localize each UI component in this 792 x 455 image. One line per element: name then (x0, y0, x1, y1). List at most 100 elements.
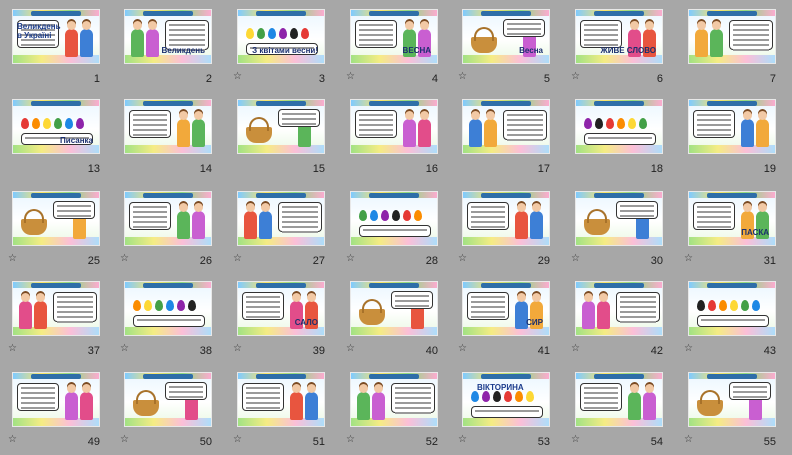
slide-grass-decoration (576, 237, 662, 245)
transition-star-icon[interactable]: ☆ (684, 434, 693, 445)
easter-egg (246, 28, 254, 39)
slide-thumbnail[interactable]: Великдень (124, 9, 212, 64)
slide-thumbnail[interactable]: Весна (462, 9, 550, 64)
slide-number: 30 (650, 255, 663, 267)
easter-egg (21, 118, 29, 129)
slide-thumbnail[interactable] (350, 191, 438, 246)
slide-thumbnail[interactable] (688, 9, 776, 64)
transition-star-icon[interactable]: ☆ (346, 434, 355, 445)
slide-title-bar (31, 283, 81, 288)
slide-number: 41 (537, 345, 550, 357)
easter-egg (606, 118, 614, 129)
text-bubble (584, 133, 656, 145)
text-bubble (697, 315, 769, 327)
transition-star-icon[interactable]: ☆ (684, 253, 693, 264)
transition-star-icon[interactable]: ☆ (571, 253, 580, 264)
text-bubble (503, 19, 545, 37)
slide-thumbnail[interactable] (124, 281, 212, 336)
transition-star-icon[interactable]: ☆ (684, 343, 693, 354)
transition-star-icon[interactable]: ☆ (8, 343, 17, 354)
slide-thumbnail[interactable] (237, 99, 325, 154)
slide-thumbnail[interactable] (350, 99, 438, 154)
transition-star-icon[interactable]: ☆ (458, 71, 467, 82)
slide-thumbnail[interactable]: Писанка (12, 99, 100, 154)
text-bubble (391, 291, 433, 309)
slide-thumbnail[interactable] (12, 191, 100, 246)
slide-title-bar (369, 101, 419, 106)
slide-thumbnail[interactable]: Великдень в Україні (12, 9, 100, 64)
slide-number: 13 (87, 163, 100, 175)
easter-egg (584, 118, 592, 129)
slide-thumbnail[interactable]: СИР (462, 281, 550, 336)
slide-thumbnail[interactable] (688, 99, 776, 154)
slide-title-bar (594, 193, 644, 198)
slide-thumbnail[interactable] (124, 191, 212, 246)
easter-egg (177, 300, 185, 311)
slide-label: З квітами весни! (252, 46, 318, 55)
slide-number: 38 (199, 345, 212, 357)
slide-thumbnail[interactable] (575, 281, 663, 336)
transition-star-icon[interactable]: ☆ (571, 343, 580, 354)
slide-thumbnail[interactable] (575, 191, 663, 246)
child-figure (403, 111, 416, 147)
slide-thumbnail[interactable] (124, 372, 212, 427)
slide-number: 6 (656, 73, 663, 85)
text-bubble (467, 202, 509, 230)
slide-title-bar (31, 374, 81, 379)
transition-star-icon[interactable]: ☆ (233, 434, 242, 445)
slide-thumbnail[interactable] (462, 99, 550, 154)
slide-title-bar (256, 193, 306, 198)
transition-star-icon[interactable]: ☆ (120, 434, 129, 445)
slide-thumbnail[interactable] (124, 99, 212, 154)
child-figure (65, 21, 78, 57)
easter-egg (617, 118, 625, 129)
slide-thumbnail[interactable]: ЖИВЕ СЛОВО (575, 9, 663, 64)
transition-star-icon[interactable]: ☆ (346, 343, 355, 354)
transition-star-icon[interactable]: ☆ (571, 434, 580, 445)
slide-number: 16 (425, 163, 438, 175)
transition-star-icon[interactable]: ☆ (233, 343, 242, 354)
transition-star-icon[interactable]: ☆ (233, 71, 242, 82)
slide-thumbnail[interactable] (688, 281, 776, 336)
slide-thumbnail[interactable]: ВІКТОРИНА (462, 372, 550, 427)
slide-thumbnail[interactable]: ПАСКА (688, 191, 776, 246)
slide-label: ПАСКА (741, 228, 769, 237)
slide-thumbnail[interactable] (12, 372, 100, 427)
slide-thumbnail[interactable] (350, 372, 438, 427)
slide-label: САЛО (294, 318, 318, 327)
child-figure (741, 111, 754, 147)
transition-star-icon[interactable]: ☆ (8, 253, 17, 264)
transition-star-icon[interactable]: ☆ (346, 71, 355, 82)
slide-thumbnail[interactable] (688, 372, 776, 427)
text-bubble (616, 292, 660, 323)
slide-thumbnail[interactable] (237, 372, 325, 427)
slide-thumbnail[interactable]: ВЕСНА (350, 9, 438, 64)
easter-egg (381, 210, 389, 221)
slide-title-bar (594, 101, 644, 106)
slide-thumbnail[interactable] (462, 191, 550, 246)
transition-star-icon[interactable]: ☆ (120, 343, 129, 354)
slide-thumbnail[interactable]: З квітами весни! (237, 9, 325, 64)
slide-number: 42 (650, 345, 663, 357)
slide-thumbnail[interactable] (12, 281, 100, 336)
transition-star-icon[interactable]: ☆ (233, 253, 242, 264)
easter-egg (65, 118, 73, 129)
slide-thumbnail[interactable] (350, 281, 438, 336)
transition-star-icon[interactable]: ☆ (458, 253, 467, 264)
text-bubble (467, 292, 509, 320)
transition-star-icon[interactable]: ☆ (120, 253, 129, 264)
transition-star-icon[interactable]: ☆ (346, 253, 355, 264)
easter-basket (21, 209, 47, 235)
transition-star-icon[interactable]: ☆ (458, 434, 467, 445)
slide-thumbnail[interactable] (575, 99, 663, 154)
easter-egg (32, 118, 40, 129)
slide-thumbnail[interactable] (575, 372, 663, 427)
slide-thumbnail[interactable]: САЛО (237, 281, 325, 336)
slide-title-bar (481, 283, 531, 288)
transition-star-icon[interactable]: ☆ (571, 71, 580, 82)
transition-star-icon[interactable]: ☆ (8, 434, 17, 445)
transition-star-icon[interactable]: ☆ (458, 343, 467, 354)
child-figure (244, 203, 257, 239)
slide-thumbnail[interactable] (237, 191, 325, 246)
easter-egg (268, 28, 276, 39)
